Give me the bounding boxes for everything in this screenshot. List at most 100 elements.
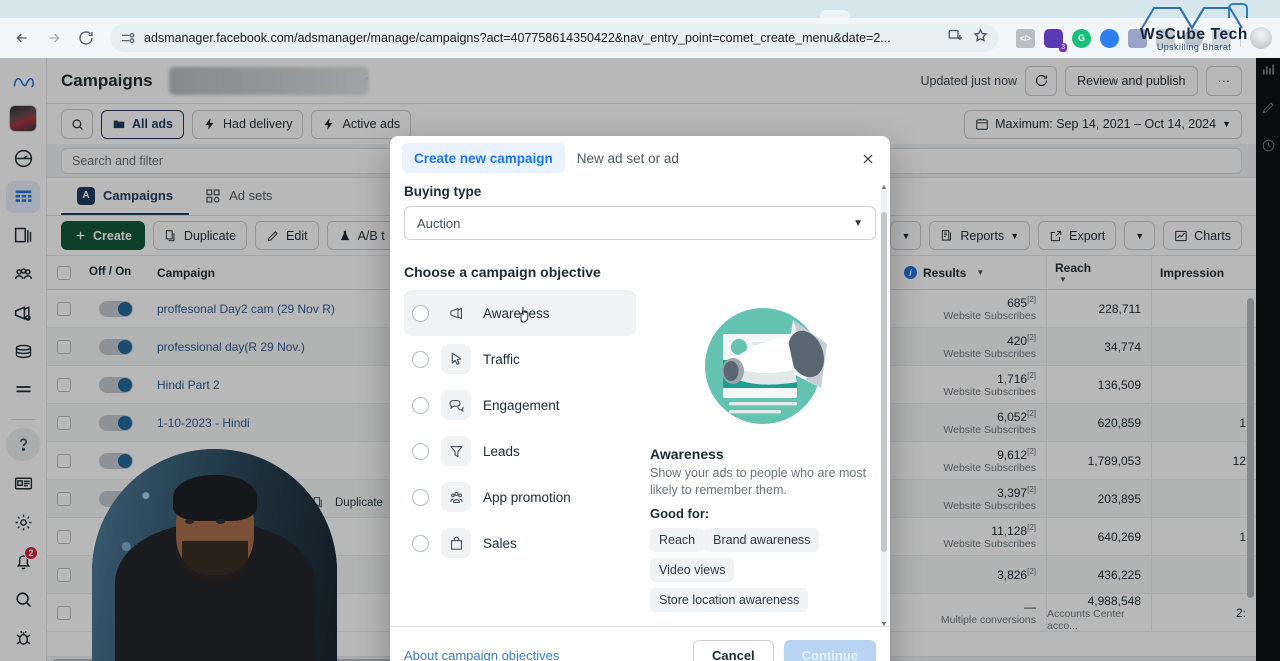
purple-extension-icon[interactable]: 3 xyxy=(1044,28,1067,52)
modal-scrollbar[interactable]: ▲ ▼ xyxy=(880,184,888,626)
chevron-down-icon[interactable]: ▼ xyxy=(976,268,984,277)
sidebar-item-news[interactable] xyxy=(6,467,40,500)
row-checkbox[interactable] xyxy=(47,556,81,593)
profile-avatar[interactable] xyxy=(9,104,37,132)
sidebar-item-advertise[interactable] xyxy=(6,297,40,330)
sidebar-item-settings[interactable] xyxy=(6,506,40,539)
forward-arrow-icon[interactable] xyxy=(40,24,68,52)
row-checkbox[interactable] xyxy=(47,518,81,555)
tab-ad-sets[interactable]: Ad sets xyxy=(189,178,288,215)
buying-type-select[interactable]: Auction ▼ xyxy=(404,206,876,240)
select-all-checkbox[interactable] xyxy=(47,256,81,289)
reload-icon[interactable] xyxy=(72,24,100,52)
filter-chip-active-ads[interactable]: Active ads xyxy=(311,109,412,139)
refresh-icon[interactable] xyxy=(1025,65,1058,96)
clock-icon[interactable] xyxy=(1261,138,1276,158)
objective-option-leads[interactable]: Leads xyxy=(404,428,636,474)
objective-radio[interactable] xyxy=(412,442,429,460)
sidebar-item-campaigns[interactable] xyxy=(6,180,40,214)
sidebar-item-report-bug[interactable] xyxy=(6,622,40,655)
charts-button[interactable]: Charts xyxy=(1163,221,1242,250)
meta-logo-icon[interactable] xyxy=(6,66,40,99)
search-icon[interactable] xyxy=(61,109,93,139)
tab-new-ad-set-or-ad[interactable]: New ad set or ad xyxy=(565,143,691,173)
analytics-bars-icon[interactable] xyxy=(1261,62,1276,82)
cancel-button[interactable]: Cancel xyxy=(693,639,774,661)
objective-option-sales[interactable]: Sales xyxy=(404,520,636,566)
row-duplicate-label[interactable]: Duplicate xyxy=(335,497,383,509)
export-button[interactable]: Export xyxy=(1038,221,1117,250)
row-checkbox[interactable] xyxy=(47,442,81,479)
objective-radio[interactable] xyxy=(412,534,429,552)
row-checkbox[interactable] xyxy=(47,290,81,327)
objective-option-app-promotion[interactable]: App promotion xyxy=(404,474,636,520)
duplicate-button[interactable]: Duplicate xyxy=(152,221,248,250)
sidebar-item-search[interactable] xyxy=(6,583,40,616)
column-header-reach[interactable]: Reach ▼ xyxy=(1046,256,1151,289)
objective-option-traffic[interactable]: Traffic xyxy=(404,336,636,382)
row-checkbox[interactable] xyxy=(47,594,81,631)
omnibox[interactable]: adsmanager.facebook.com/adsmanager/manag… xyxy=(110,24,998,52)
back-arrow-icon[interactable] xyxy=(8,24,36,52)
close-icon[interactable] xyxy=(858,149,878,169)
row-toggle[interactable] xyxy=(81,366,147,403)
filter-chip-all-ads[interactable]: All ads xyxy=(101,109,184,139)
sidebar-item-library[interactable] xyxy=(6,219,40,252)
sidebar-item-notifications[interactable]: 2 xyxy=(6,545,40,578)
objective-radio[interactable] xyxy=(412,396,429,414)
column-header-results[interactable]: i Results ▼ xyxy=(896,256,1046,289)
edit-button[interactable]: Edit xyxy=(255,221,319,250)
tab-campaigns[interactable]: A Campaigns xyxy=(61,178,190,215)
row-checkbox[interactable] xyxy=(47,480,81,517)
row-toggle[interactable] xyxy=(81,328,147,365)
edit-extension-icon[interactable] xyxy=(1156,28,1175,48)
create-button[interactable]: Create xyxy=(61,221,145,250)
star-icon[interactable] xyxy=(973,28,988,48)
ab-test-button[interactable]: A/B t xyxy=(326,221,396,250)
browser-profile-avatar[interactable] xyxy=(1250,27,1272,49)
sidebar-item-help[interactable] xyxy=(6,428,40,462)
objective-radio[interactable] xyxy=(412,488,429,506)
objective-radio[interactable] xyxy=(412,350,429,368)
header-more-button[interactable]: ··· xyxy=(1205,65,1242,96)
active-tab-indicator[interactable] xyxy=(1228,3,1248,19)
continue-button[interactable]: Continue xyxy=(783,639,876,661)
reports-button[interactable]: Reports ▼ xyxy=(929,221,1031,250)
puzzle-extension-icon[interactable] xyxy=(1212,28,1231,48)
account-selector[interactable] xyxy=(168,66,369,95)
scrollbar-thumb[interactable] xyxy=(881,212,887,552)
pencil-icon[interactable] xyxy=(1261,100,1276,120)
row-checkbox[interactable] xyxy=(47,404,81,441)
row-toggle[interactable] xyxy=(81,404,147,441)
objective-option-engagement[interactable]: Engagement xyxy=(404,382,636,428)
columns-dropdown[interactable]: ▼ xyxy=(890,221,922,250)
row-toggle[interactable] xyxy=(81,290,147,327)
table-vertical-scrollbar[interactable] xyxy=(1247,298,1254,598)
sidebar-item-audiences[interactable] xyxy=(6,258,40,291)
column-header-impressions[interactable]: Impression xyxy=(1151,256,1256,289)
install-app-icon[interactable] xyxy=(948,28,963,48)
about-campaign-objectives-link[interactable]: About campaign objectives xyxy=(404,648,559,661)
bookmark-extension-icon[interactable] xyxy=(1128,28,1147,48)
review-publish-button[interactable]: Review and publish xyxy=(1065,65,1198,96)
scroll-down-icon[interactable]: ▼ xyxy=(880,621,888,626)
objective-radio[interactable] xyxy=(412,304,429,322)
filter-chip-had-delivery[interactable]: Had delivery xyxy=(192,109,304,139)
row-checkbox[interactable] xyxy=(47,366,81,403)
sidebar-item-billing[interactable] xyxy=(6,336,40,369)
date-range-selector[interactable]: Maximum: Sep 14, 2021 – Oct 14, 2024 ▼ xyxy=(964,109,1242,139)
sidebar-item-dashboard[interactable] xyxy=(6,142,40,175)
chevron-down-icon[interactable]: ▼ xyxy=(1059,275,1067,284)
grammarly-extension-icon[interactable]: G xyxy=(1072,28,1091,48)
blue-extension-icon[interactable] xyxy=(1100,28,1119,48)
scroll-up-icon[interactable]: ▲ xyxy=(880,184,888,191)
tab-create-new-campaign[interactable]: Create new campaign xyxy=(402,143,565,173)
export-dropdown[interactable]: ▼ xyxy=(1124,221,1156,250)
row-checkbox[interactable] xyxy=(47,328,81,365)
search-extension-icon[interactable] xyxy=(1184,28,1203,48)
site-settings-icon[interactable] xyxy=(120,30,136,46)
code-extension-icon[interactable]: </> xyxy=(1016,28,1035,48)
info-icon[interactable]: i xyxy=(904,266,917,279)
sidebar-item-more[interactable] xyxy=(6,375,40,408)
objective-label: App promotion xyxy=(483,489,571,505)
